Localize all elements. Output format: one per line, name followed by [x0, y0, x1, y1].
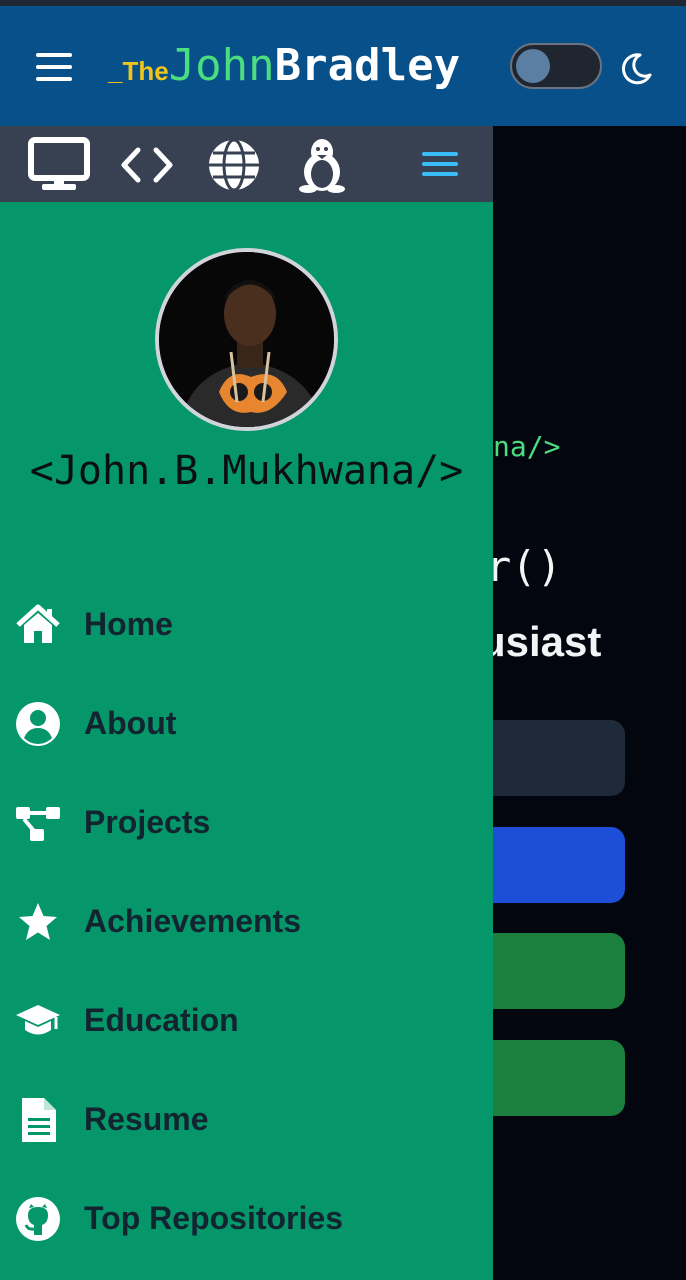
nav-item-resume[interactable]: Resume — [0, 1084, 493, 1154]
nav-label-home: Home — [84, 606, 173, 642]
moon-icon[interactable] — [618, 51, 654, 87]
logo-prefix: _The — [108, 56, 169, 86]
drawer-icon-bar — [0, 126, 493, 202]
hero-button-green-2[interactable] — [470, 1040, 625, 1116]
nav-item-achievements[interactable]: Achievements — [0, 886, 493, 956]
top-navbar: _TheJohnBradley — [0, 6, 686, 126]
nav-item-projects[interactable]: Projects — [0, 787, 493, 857]
project-diagram-icon — [16, 807, 60, 841]
menu-icon[interactable] — [36, 53, 72, 81]
side-drawer: <John.B.Mukhwana/> Home About Projects A… — [0, 126, 493, 1280]
logo-first-name: John — [168, 40, 275, 91]
logo-last-name: Bradley — [274, 40, 461, 91]
nav-item-about[interactable]: About — [0, 688, 493, 758]
nav-label-about: About — [84, 705, 177, 741]
nav-label-achievements: Achievements — [84, 903, 301, 939]
hero-function: r() — [486, 542, 562, 591]
site-logo[interactable]: _TheJohnBradley — [108, 40, 460, 96]
profile-photo — [159, 252, 334, 427]
hero-button-blue[interactable] — [470, 827, 625, 903]
theme-toggle[interactable] — [510, 43, 602, 89]
file-icon — [22, 1098, 56, 1142]
hero-button-dark[interactable] — [470, 720, 625, 796]
nav-item-top-repositories[interactable]: Top Repositories — [0, 1183, 493, 1253]
code-icon[interactable] — [118, 136, 176, 194]
user-circle-icon — [16, 702, 60, 746]
hero-button-green[interactable] — [470, 933, 625, 1009]
nav-label-top-repositories: Top Repositories — [84, 1200, 343, 1236]
nav-item-education[interactable]: Education — [0, 985, 493, 1055]
nav-label-projects: Projects — [84, 804, 211, 840]
linux-icon[interactable] — [296, 136, 348, 194]
toggle-knob — [516, 49, 550, 83]
profile-name: <John.B.Mukhwana/> — [29, 448, 464, 494]
desktop-icon[interactable] — [28, 136, 90, 194]
nav-label-education: Education — [84, 1002, 239, 1038]
avatar — [155, 248, 338, 431]
graduation-cap-icon — [16, 1005, 60, 1035]
drawer-menu-icon[interactable] — [422, 152, 458, 176]
nav-item-home[interactable]: Home — [0, 589, 493, 659]
hero-title: usiast — [480, 618, 602, 665]
globe-icon[interactable] — [205, 136, 263, 194]
hero-handle: na/> — [493, 430, 561, 463]
home-icon — [16, 604, 60, 643]
nav-label-resume: Resume — [84, 1101, 209, 1137]
star-icon — [19, 903, 57, 940]
github-icon — [16, 1197, 60, 1241]
